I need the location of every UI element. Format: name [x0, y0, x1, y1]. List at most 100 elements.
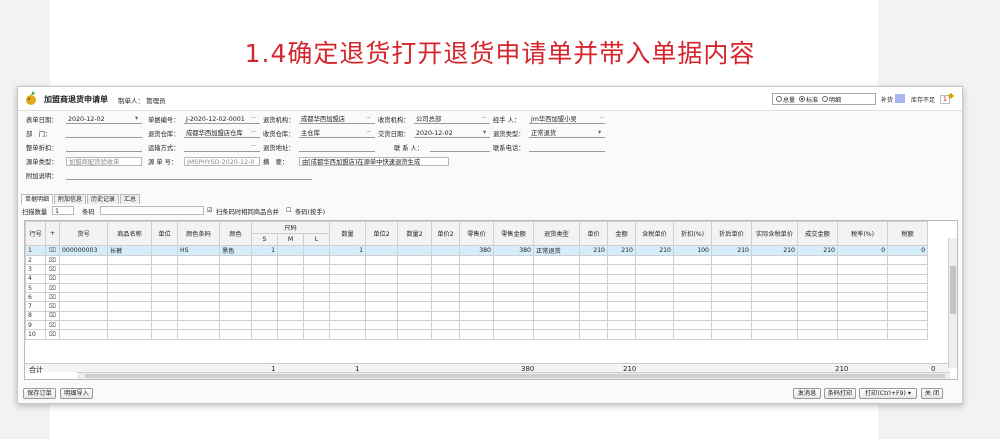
table-cell[interactable] [607, 292, 636, 303]
table-cell[interactable] [365, 320, 398, 331]
table-cell[interactable] [797, 301, 838, 312]
discount-field[interactable] [66, 143, 142, 152]
table-cell[interactable] [59, 329, 108, 340]
tab-extra-info[interactable]: 附加信息 [54, 194, 87, 204]
deliver-date-dropdown-icon[interactable]: ▾ [483, 129, 486, 136]
barcode-input[interactable] [100, 206, 204, 215]
table-cell[interactable] [329, 282, 366, 294]
tab-summary[interactable]: 汇总 [120, 194, 141, 204]
table-cell[interactable] [635, 292, 674, 303]
deliver-date-field[interactable]: 2020-12-02 [414, 129, 490, 138]
table-cell[interactable] [579, 254, 608, 266]
col-add[interactable]: + [45, 221, 60, 246]
table-cell[interactable] [59, 273, 108, 284]
table-cell[interactable] [751, 264, 798, 275]
close-button[interactable]: 关 闭 [921, 388, 943, 399]
table-cell[interactable] [673, 264, 712, 275]
table-cell[interactable] [329, 310, 366, 322]
table-cell[interactable] [177, 273, 220, 284]
table-cell[interactable] [797, 292, 838, 303]
table-cell[interactable] [107, 264, 152, 275]
table-cell[interactable] [303, 273, 330, 284]
table-cell[interactable]: 0 [887, 245, 928, 256]
merge-checkbox[interactable]: ☑ [207, 207, 213, 214]
table-cell[interactable] [177, 292, 220, 303]
table-cell[interactable] [303, 310, 330, 322]
table-cell[interactable] [303, 292, 330, 303]
table-cell[interactable] [459, 264, 494, 275]
table-cell[interactable]: ⌧ [45, 264, 60, 275]
table-cell[interactable] [107, 320, 152, 331]
table-cell[interactable] [607, 310, 636, 322]
table-cell[interactable]: 1 [251, 245, 278, 256]
table-cell[interactable] [431, 310, 460, 322]
table-cell[interactable]: 380 [459, 245, 494, 256]
col-name[interactable]: 商品名称 [107, 221, 152, 246]
table-cell[interactable] [397, 254, 432, 266]
table-cell[interactable] [635, 282, 674, 294]
table-cell[interactable] [431, 292, 460, 303]
table-cell[interactable] [607, 320, 636, 331]
table-cell[interactable]: ⌧ [45, 245, 60, 256]
table-cell[interactable] [107, 329, 152, 340]
table-cell[interactable]: 210 [711, 245, 752, 256]
table-cell[interactable] [493, 264, 534, 275]
table-cell[interactable] [493, 301, 534, 312]
table-cell[interactable] [607, 329, 636, 340]
vertical-scroll-thumb[interactable] [950, 266, 956, 314]
table-cell[interactable] [219, 292, 252, 303]
table-cell[interactable] [177, 264, 220, 275]
out-wh-field[interactable]: 成都华西加盟店仓库 [184, 129, 260, 138]
table-cell[interactable]: 210 [797, 245, 838, 256]
table-cell[interactable] [751, 292, 798, 303]
table-cell[interactable] [751, 301, 798, 312]
table-cell[interactable] [251, 273, 278, 284]
table-cell[interactable] [303, 320, 330, 331]
table-cell[interactable] [177, 320, 220, 331]
ship-field[interactable] [184, 143, 260, 152]
table-cell[interactable] [107, 273, 152, 284]
table-cell[interactable] [459, 273, 494, 284]
table-cell[interactable] [533, 282, 580, 294]
table-cell[interactable] [459, 254, 494, 266]
horizontal-scrollbar[interactable] [77, 372, 950, 379]
send-message-button[interactable]: 发消息 [793, 388, 821, 399]
table-cell[interactable]: ⌧ [45, 301, 60, 312]
table-cell[interactable] [579, 264, 608, 275]
tab-detail[interactable]: 单据明细 [21, 194, 54, 204]
table-cell[interactable] [459, 292, 494, 303]
table-cell[interactable] [251, 264, 278, 275]
table-row[interactable]: 6 ⌧ [25, 292, 928, 303]
table-cell[interactable] [431, 320, 460, 331]
table-cell[interactable] [635, 310, 674, 322]
table-row[interactable]: 5 ⌧ [25, 282, 928, 294]
table-cell[interactable] [635, 301, 674, 312]
table-cell[interactable] [397, 310, 432, 322]
ret-addr-field[interactable] [299, 143, 375, 152]
ret-org-field[interactable]: 成都华西加盟店 [299, 115, 375, 124]
table-cell[interactable] [797, 329, 838, 340]
table-cell[interactable] [303, 245, 330, 256]
table-cell[interactable] [251, 254, 278, 266]
table-cell[interactable] [673, 310, 712, 322]
table-cell[interactable] [365, 301, 398, 312]
table-cell[interactable] [277, 273, 304, 284]
table-cell[interactable]: ⌧ [45, 329, 60, 340]
table-cell[interactable] [887, 282, 928, 294]
table-cell[interactable]: 7 [25, 301, 46, 312]
table-cell[interactable] [711, 282, 752, 294]
table-cell[interactable] [751, 329, 798, 340]
table-cell[interactable] [711, 254, 752, 266]
table-cell[interactable] [59, 320, 108, 331]
scan-qty-input[interactable]: 1 [52, 206, 74, 215]
table-cell[interactable] [177, 329, 220, 340]
table-cell[interactable] [673, 292, 712, 303]
table-cell[interactable] [397, 282, 432, 294]
table-cell[interactable] [837, 310, 888, 322]
table-cell[interactable] [837, 292, 888, 303]
table-cell[interactable] [251, 301, 278, 312]
table-cell[interactable] [329, 329, 366, 340]
table-cell[interactable] [579, 301, 608, 312]
col-unit[interactable]: 单位 [151, 221, 178, 246]
table-cell[interactable] [493, 254, 534, 266]
